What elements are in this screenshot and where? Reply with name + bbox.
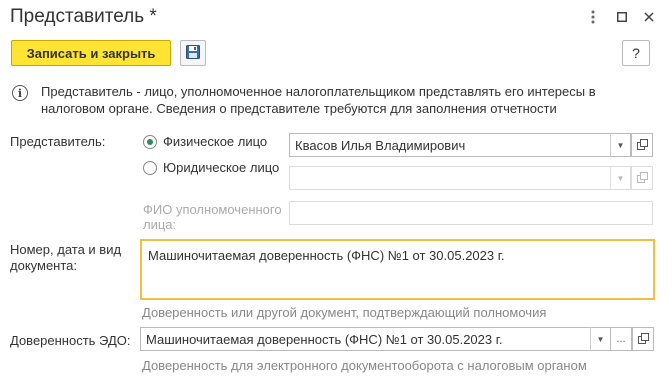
save-and-close-button[interactable]: Записать и закрыть xyxy=(11,40,171,66)
floppy-disk-icon xyxy=(186,44,200,62)
legal-entity-open-button[interactable] xyxy=(631,166,653,190)
edo-select-value: Машиночитаемая доверенность (ФНС) №1 от … xyxy=(146,331,503,347)
open-external-icon xyxy=(636,138,648,153)
open-external-icon xyxy=(636,171,648,186)
document-label: Номер, дата и вид документа: xyxy=(10,242,122,273)
help-button[interactable]: ? xyxy=(622,40,650,66)
save-button[interactable] xyxy=(180,40,206,66)
maximize-icon[interactable] xyxy=(611,7,633,27)
info-text: Представитель - лицо, уполномоченное нал… xyxy=(41,84,596,116)
more-menu-icon[interactable] xyxy=(582,7,604,27)
window-title: Представитель * xyxy=(10,6,157,27)
open-external-icon xyxy=(637,332,649,347)
radio-legal-entity-label[interactable]: Юридическое лицо xyxy=(163,160,279,175)
individual-dropdown-button[interactable]: ▼ xyxy=(610,133,630,157)
chevron-down-icon: ▼ xyxy=(596,334,605,344)
document-textarea[interactable]: Машиночитаемая доверенность (ФНС) №1 от … xyxy=(140,239,655,300)
chevron-down-icon: ▼ xyxy=(616,140,625,150)
representative-label: Представитель: xyxy=(10,134,106,149)
individual-open-button[interactable] xyxy=(631,133,653,157)
legal-entity-dropdown-button[interactable]: ▼ xyxy=(610,166,630,190)
authorized-person-label: ФИО уполномоченного лица: xyxy=(143,202,282,232)
chevron-down-icon: ▼ xyxy=(616,173,625,183)
edo-dropdown-button[interactable]: ▼ xyxy=(590,327,610,351)
edo-label: Доверенность ЭДО: xyxy=(10,333,131,348)
document-textarea-value: Машиночитаемая доверенность (ФНС) №1 от … xyxy=(148,248,505,263)
individual-select-value: Квасов Илья Владимирович xyxy=(295,137,466,153)
radio-individual[interactable] xyxy=(143,135,157,149)
edo-open-button[interactable] xyxy=(632,327,654,351)
document-hint: Доверенность или другой документ, подтве… xyxy=(142,305,547,320)
ellipsis-icon: ... xyxy=(616,333,626,345)
edo-choose-button[interactable]: ... xyxy=(610,327,632,351)
legal-entity-select[interactable] xyxy=(289,166,631,190)
radio-individual-label[interactable]: Физическое лицо xyxy=(163,134,267,149)
info-icon: i xyxy=(12,85,28,101)
authorized-person-input[interactable] xyxy=(289,201,653,225)
edo-hint: Доверенность для электронного документоо… xyxy=(142,358,587,373)
edo-select[interactable]: Машиночитаемая доверенность (ФНС) №1 от … xyxy=(140,327,611,351)
individual-select[interactable]: Квасов Илья Владимирович xyxy=(289,133,631,157)
radio-legal-entity[interactable] xyxy=(143,161,157,175)
close-icon[interactable] xyxy=(638,7,660,27)
